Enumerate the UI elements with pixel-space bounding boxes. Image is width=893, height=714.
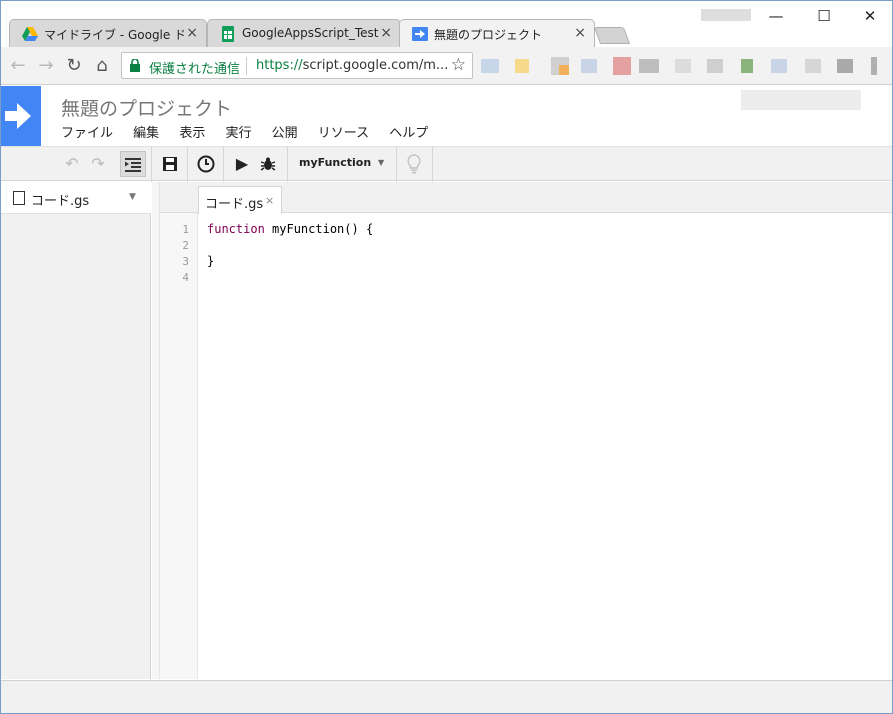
- minimize-button[interactable]: —: [758, 5, 794, 27]
- menu-help[interactable]: ヘルプ: [389, 126, 428, 141]
- line-number: 2: [182, 239, 189, 252]
- lock-icon: [130, 59, 140, 72]
- home-icon[interactable]: ⌂: [91, 55, 113, 77]
- security-label: 保護された通信: [149, 62, 241, 77]
- menu-edit[interactable]: 編集: [133, 126, 159, 141]
- tab-close-icon[interactable]: ×: [380, 25, 392, 41]
- file-name: コード.gs: [31, 194, 90, 209]
- lightbulb-icon[interactable]: [401, 151, 427, 177]
- tab-strip: マイドライブ - Google ドライ × GoogleAppsScript_T…: [1, 1, 892, 48]
- tab-title: 無題のプロジェクト: [434, 28, 543, 42]
- address-bar[interactable]: 保護された通信 https://script.google.com/m... ☆: [121, 52, 473, 79]
- editor-tab[interactable]: コード.gs ×: [198, 186, 282, 214]
- menu-file[interactable]: ファイル: [61, 126, 113, 141]
- file-menu-arrow-icon[interactable]: ▼: [129, 192, 136, 202]
- google-sheets-icon: [222, 26, 234, 42]
- project-title[interactable]: 無題のプロジェクト: [61, 94, 232, 121]
- url-scheme: https://: [256, 58, 303, 73]
- line-number-gutter: 1 2 3 4: [160, 213, 198, 679]
- reload-icon[interactable]: ↻: [63, 55, 85, 77]
- run-play-icon[interactable]: ▶: [229, 151, 255, 177]
- code-text: myFunction() {: [264, 222, 374, 236]
- code-line-3[interactable]: }: [207, 254, 214, 268]
- editor-tab-close-icon[interactable]: ×: [265, 194, 274, 207]
- app-header: 無題のプロジェクト ファイル 編集 表示 実行 公開 リソース ヘルプ: [1, 86, 892, 146]
- google-drive-icon: [22, 27, 38, 41]
- maximize-button[interactable]: ☐: [806, 5, 842, 27]
- menu-bar: ファイル 編集 表示 実行 公開 リソース ヘルプ: [61, 122, 444, 142]
- menu-resources[interactable]: リソース: [318, 126, 369, 141]
- debug-bug-icon[interactable]: [255, 151, 281, 177]
- menu-view[interactable]: 表示: [179, 126, 205, 141]
- new-tab-button[interactable]: [593, 27, 631, 44]
- apps-script-logo[interactable]: [1, 86, 41, 146]
- divider: [246, 57, 247, 75]
- tab-google-drive[interactable]: マイドライブ - Google ドライ ×: [9, 19, 207, 47]
- line-number: 1: [182, 223, 189, 236]
- account-info-blurred: [741, 90, 861, 110]
- redo-icon[interactable]: ↷: [85, 151, 111, 177]
- code-keyword: function: [207, 222, 265, 236]
- undo-icon[interactable]: ↶: [59, 151, 85, 177]
- file-panel: コード.gs ▼: [1, 182, 151, 679]
- extension-icons-blurred: [479, 55, 879, 77]
- tab-apps-script[interactable]: 無題のプロジェクト ×: [399, 19, 595, 48]
- line-number: 4: [182, 271, 189, 284]
- close-window-button[interactable]: ✕: [852, 5, 888, 27]
- tab-close-icon[interactable]: ×: [574, 25, 586, 41]
- back-icon[interactable]: ←: [7, 55, 29, 77]
- profile-name-blurred: [701, 9, 751, 21]
- dropdown-arrow-icon[interactable]: ▼: [378, 158, 384, 167]
- panel-divider[interactable]: [152, 182, 160, 679]
- trigger-clock-icon[interactable]: [193, 151, 219, 177]
- tab-title: GoogleAppsScript_Test -: [242, 26, 382, 40]
- code-line-1[interactable]: function myFunction() {: [207, 222, 373, 236]
- url-rest: script.google.com/m...: [302, 58, 449, 73]
- tab-title: マイドライブ - Google ドライ: [44, 28, 184, 42]
- line-number: 3: [182, 255, 189, 268]
- save-icon[interactable]: [157, 151, 183, 177]
- indent-icon[interactable]: [120, 151, 146, 177]
- file-item[interactable]: コード.gs ▼: [1, 182, 151, 214]
- status-bar: [1, 680, 892, 713]
- app-toolbar: ↶ ↷ ▶ myFunction ▼: [1, 146, 892, 182]
- menu-publish[interactable]: 公開: [272, 126, 298, 141]
- editor-tab-label: コード.gs: [205, 197, 264, 212]
- arrow-right-icon: [5, 103, 31, 129]
- code-editor[interactable]: コード.gs × 1 2 3 4 function myFunction() {…: [160, 182, 892, 679]
- tab-close-icon[interactable]: ×: [186, 25, 198, 41]
- editor-tab-bar: コード.gs ×: [160, 182, 892, 214]
- tab-sheets[interactable]: GoogleAppsScript_Test - ×: [207, 19, 401, 47]
- browser-toolbar: ← → ↻ ⌂ 保護された通信 https://script.google.co…: [1, 47, 892, 85]
- bookmark-star-icon[interactable]: ☆: [451, 55, 466, 75]
- apps-script-icon: [412, 27, 428, 41]
- forward-icon[interactable]: →: [35, 55, 57, 77]
- function-select[interactable]: myFunction: [299, 156, 371, 169]
- document-icon: [13, 191, 25, 205]
- menu-run[interactable]: 実行: [225, 126, 251, 141]
- url-text: https://script.google.com/m...: [256, 58, 448, 73]
